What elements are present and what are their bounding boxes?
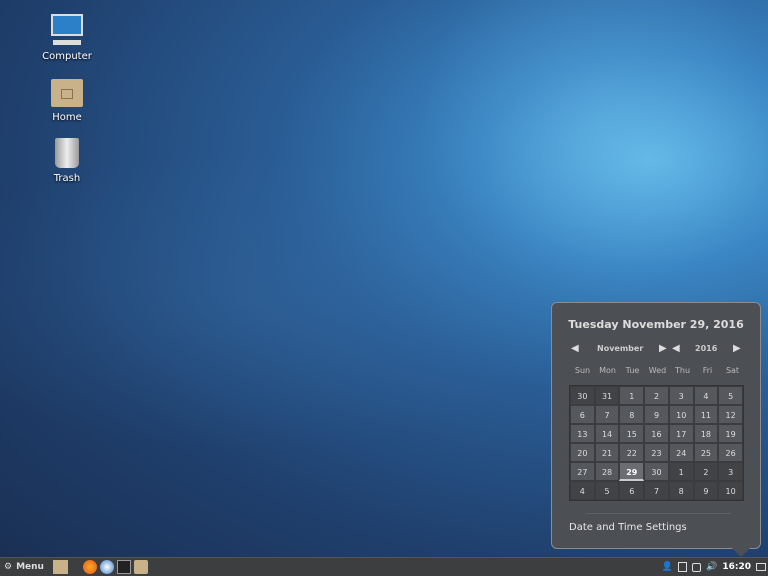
prev-year-button[interactable]: ◀ [672,343,680,354]
calendar-day[interactable]: 25 [693,443,719,462]
calendar-day[interactable]: 2 [644,386,669,405]
month-label: November [597,344,644,353]
desktop-icon-trash[interactable]: Trash [32,136,102,184]
calendar-day[interactable]: 7 [594,405,620,424]
weekday-label: Mon [599,366,616,375]
prev-month-button[interactable]: ◀ [571,343,579,354]
weekday-label: Tue [625,366,640,375]
weekday-label: Sat [725,366,740,375]
calendar-day-other-month[interactable]: 4 [570,481,595,500]
volume-icon[interactable]: 🔊 [706,562,717,572]
calendar-day-other-month[interactable]: 1 [668,462,694,481]
menu-label: Menu [16,562,44,572]
calendar-day[interactable]: 5 [718,386,743,405]
desktop-icon-label: Computer [42,51,92,62]
calendar-day[interactable]: 22 [619,443,645,462]
calendar-day[interactable]: 28 [594,462,620,481]
year-label: 2016 [695,344,718,353]
desktop-icon-label: Home [52,112,82,123]
calendar-day[interactable]: 6 [570,405,595,424]
desktop-icon-home[interactable]: Home [32,75,102,123]
calendar-day-today[interactable]: 29 [619,462,645,481]
calendar-day[interactable]: 27 [570,462,595,481]
calendar-date-title: Tuesday November 29, 2016 [568,318,744,331]
calendar-day[interactable]: 21 [594,443,620,462]
files-icon[interactable] [133,560,148,574]
calendar-day[interactable]: 19 [718,424,743,443]
weekday-header: Sun Mon Tue Wed Thu Fri Sat [570,366,745,375]
calendar-day-other-month[interactable]: 9 [693,481,719,500]
next-year-button[interactable]: ▶ [733,343,741,354]
show-desktop-icon[interactable] [52,560,68,574]
calendar-day-other-month[interactable]: 2 [693,462,719,481]
calendar-day-other-month[interactable]: 8 [668,481,694,500]
taskbar: ⚙ Menu 👤 🔊 16:20 [0,557,768,576]
firefox-icon[interactable] [82,560,97,574]
calendar-day-other-month[interactable]: 6 [619,481,645,500]
network-icon[interactable] [692,562,702,572]
calendar-day[interactable]: 26 [718,443,743,462]
calendar-day[interactable]: 10 [668,405,694,424]
clock[interactable]: 16:20 [722,562,751,572]
calendar-day[interactable]: 23 [644,443,669,462]
calendar-grid: 30 31 1 2 3 4 5 6 7 8 9 10 11 12 13 14 15 16 17 18 19 20 21 22 2… [569,385,744,501]
calendar-day-other-month[interactable]: 3 [718,462,743,481]
calendar-day[interactable]: 14 [594,424,620,443]
calendar-day[interactable]: 13 [570,424,595,443]
update-icon[interactable] [678,562,688,572]
calendar-day[interactable]: 16 [644,424,669,443]
next-month-button[interactable]: ▶ [659,343,667,354]
calendar-day[interactable]: 11 [693,405,719,424]
terminal-icon[interactable] [116,560,131,574]
calendar-day[interactable]: 20 [570,443,595,462]
calendar-day[interactable]: 12 [718,405,743,424]
home-folder-icon [49,75,85,109]
thunderbird-icon[interactable] [99,560,114,574]
calendar-day-other-month[interactable]: 7 [644,481,669,500]
calendar-day[interactable]: 17 [668,424,694,443]
trash-icon [49,136,85,170]
calendar-day[interactable]: 4 [693,386,719,405]
computer-icon [49,14,85,48]
date-time-settings-link[interactable]: Date and Time Settings [569,522,687,533]
calendar-day[interactable]: 18 [693,424,719,443]
calendar-day-other-month[interactable]: 10 [718,481,743,500]
desktop-icon-label: Trash [53,173,81,184]
calendar-day-other-month[interactable]: 31 [594,386,620,405]
weekday-label: Fri [702,366,713,375]
calendar-day[interactable]: 1 [619,386,645,405]
calendar-day[interactable]: 24 [668,443,694,462]
weekday-label: Thu [674,366,691,375]
calendar-day-other-month[interactable]: 30 [570,386,595,405]
desktop-icon-computer[interactable]: Computer [32,14,102,62]
weekday-label: Sun [574,366,591,375]
menu-button[interactable]: ⚙ Menu [4,562,44,572]
calendar-popup: Tuesday November 29, 2016 ◀ November ▶ ◀… [551,302,761,557]
calendar-day[interactable]: 3 [668,386,694,405]
calendar-day[interactable]: 15 [619,424,645,443]
calendar-day[interactable]: 30 [644,462,669,481]
calendar-day[interactable]: 9 [644,405,669,424]
calendar-day-other-month[interactable]: 5 [594,481,620,500]
divider [586,513,731,514]
calendar-day[interactable]: 8 [619,405,645,424]
window-list-icon[interactable] [756,563,766,571]
weekday-label: Wed [648,366,667,375]
gear-icon: ⚙ [4,562,13,572]
user-icon[interactable]: 👤 [662,562,673,572]
